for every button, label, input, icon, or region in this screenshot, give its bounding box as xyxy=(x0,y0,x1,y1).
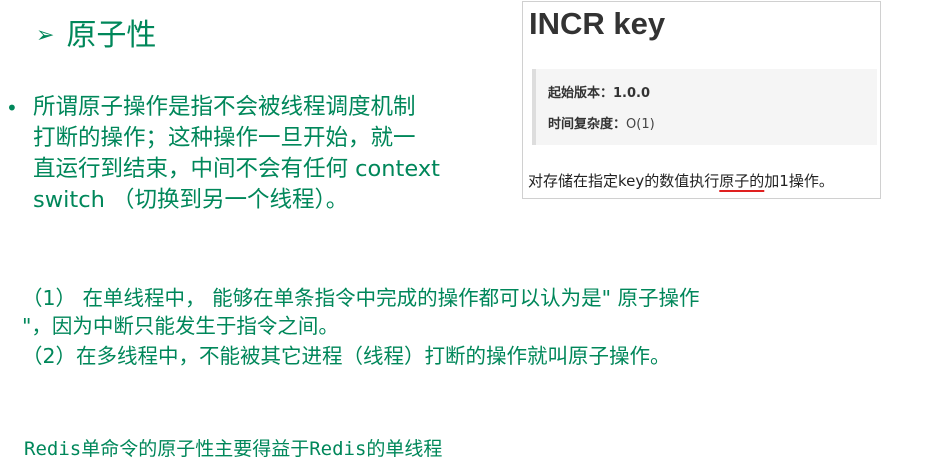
meta-info-box: 起始版本：1.0.0 时间复杂度：O(1) xyxy=(532,69,877,145)
since-version-value: 1.0.0 xyxy=(613,86,651,101)
point-1-line-2: "，因为中断只能发生于指令之间。 xyxy=(22,314,339,338)
card-title: INCR key xyxy=(529,6,666,41)
desc-part-1: 对存储在指定key的数值执行 xyxy=(528,172,720,190)
point-1-line-1: （1） 在单线程中， 能够在单条指令中完成的操作都可以认为是" 原子操作 xyxy=(22,286,700,310)
definition-line-2: 打断的操作；这种操作一旦开始，就一 xyxy=(33,125,416,151)
complexity-value: O(1) xyxy=(626,117,655,132)
definition-line-3: 直运行到结束，中间不会有任何 context xyxy=(33,156,440,182)
point-2-line: （2）在多线程中，不能被其它进程（线程）打断的操作就叫原子操作。 xyxy=(22,344,671,368)
definition-line-1: 所谓原子操作是指不会被线程调度机制 xyxy=(33,94,416,120)
heading-text: 原子性 xyxy=(66,18,157,53)
since-version-row: 起始版本：1.0.0 xyxy=(548,82,650,101)
section-heading: ➢ 原子性 xyxy=(36,14,156,58)
desc-underlined: 原子的 xyxy=(719,172,765,190)
bullet-dot-icon: • xyxy=(6,96,18,120)
desc-part-2: 加1操作。 xyxy=(764,172,834,190)
redis-incr-card: INCR key 起始版本：1.0.0 时间复杂度：O(1) 对存储在指定key… xyxy=(522,1,881,199)
definition-bullet: • 所谓原子操作是指不会被线程调度机制 打断的操作；这种操作一旦开始，就一 直运… xyxy=(6,92,496,216)
arrow-bullet-icon: ➢ xyxy=(36,23,55,48)
complexity-row: 时间复杂度：O(1) xyxy=(548,113,655,132)
card-description: 对存储在指定key的数值执行原子的加1操作。 xyxy=(528,170,834,191)
definition-text: 所谓原子操作是指不会被线程调度机制 打断的操作；这种操作一旦开始，就一 直运行到… xyxy=(33,92,496,216)
definition-line-4: switch （切换到另一个线程）。 xyxy=(33,187,349,213)
complexity-label: 时间复杂度： xyxy=(548,117,627,132)
footer-summary: Redis单命令的原子性主要得益于Redis的单线程 xyxy=(24,438,443,460)
since-version-label: 起始版本： xyxy=(548,86,614,101)
